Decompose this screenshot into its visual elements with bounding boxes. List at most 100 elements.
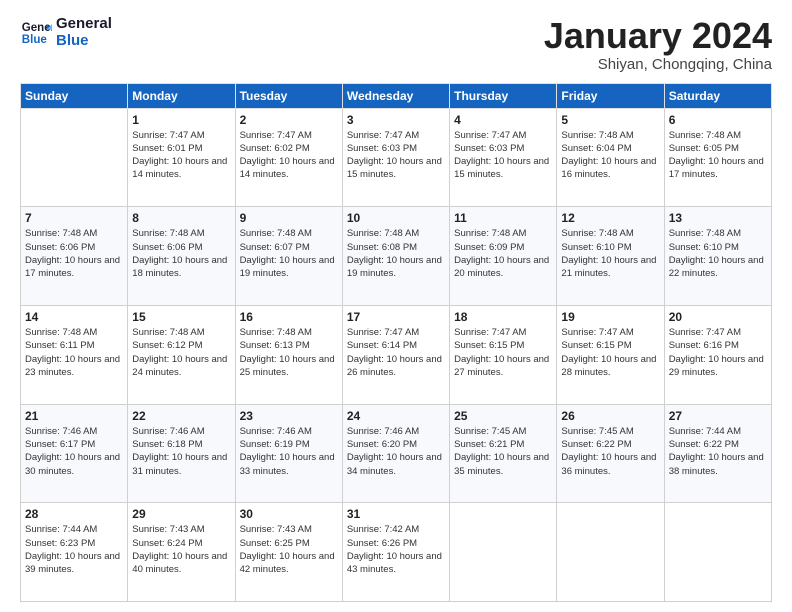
logo: General Blue General Blue (20, 16, 112, 49)
title-block: January 2024 Shiyan, Chongqing, China (544, 16, 772, 73)
day-cell: 12 Sunrise: 7:48 AMSunset: 6:10 PMDayligh… (557, 207, 664, 306)
day-number: 24 (347, 409, 445, 423)
day-cell: 15Sunrise: 7:48 AMSunset: 6:12 PMDayligh… (128, 305, 235, 404)
day-number: 28 (25, 507, 123, 521)
day-number: 7 (25, 211, 123, 225)
col-header-sunday: Sunday (21, 83, 128, 108)
day-info: Sunrise: 7:48 AMSunset: 6:10 PMDaylight:… (561, 227, 659, 280)
day-number: 26 (561, 409, 659, 423)
day-cell: 29 Sunrise: 7:43 AMSunset: 6:24 PMDayligh… (128, 503, 235, 602)
day-info: Sunrise: 7:47 AMSunset: 6:03 PMDaylight:… (347, 129, 445, 182)
week-row-5: 28 Sunrise: 7:44 AMSunset: 6:23 PMDayligh… (21, 503, 772, 602)
day-info: Sunrise: 7:43 AMSunset: 6:24 PMDaylight:… (132, 523, 230, 576)
day-cell: 9 Sunrise: 7:48 AMSunset: 6:07 PMDaylight… (235, 207, 342, 306)
day-number: 19 (561, 310, 659, 324)
week-row-2: 7 Sunrise: 7:48 AMSunset: 6:06 PMDaylight… (21, 207, 772, 306)
day-cell: 21Sunrise: 7:46 AMSunset: 6:17 PMDayligh… (21, 404, 128, 503)
day-number: 2 (240, 113, 338, 127)
day-info: Sunrise: 7:47 AMSunset: 6:02 PMDaylight:… (240, 129, 338, 182)
logo-icon: General Blue (20, 17, 52, 49)
day-info: Sunrise: 7:43 AMSunset: 6:25 PMDaylight:… (240, 523, 338, 576)
day-info: Sunrise: 7:48 AMSunset: 6:08 PMDaylight:… (347, 227, 445, 280)
day-info: Sunrise: 7:44 AMSunset: 6:22 PMDaylight:… (669, 425, 767, 478)
day-number: 14 (25, 310, 123, 324)
day-cell (664, 503, 771, 602)
week-row-3: 14 Sunrise: 7:48 AMSunset: 6:11 PMDayligh… (21, 305, 772, 404)
day-cell: 30 Sunrise: 7:43 AMSunset: 6:25 PMDayligh… (235, 503, 342, 602)
day-info: Sunrise: 7:44 AMSunset: 6:23 PMDaylight:… (25, 523, 123, 576)
day-cell: 13 Sunrise: 7:48 AMSunset: 6:10 PMDayligh… (664, 207, 771, 306)
day-number: 16 (240, 310, 338, 324)
day-info: Sunrise: 7:48 AMSunset: 6:10 PMDaylight:… (669, 227, 767, 280)
day-cell: 28 Sunrise: 7:44 AMSunset: 6:23 PMDayligh… (21, 503, 128, 602)
day-info: Sunrise: 7:48 AMSunset: 6:07 PMDaylight:… (240, 227, 338, 280)
svg-text:Blue: Blue (22, 33, 48, 45)
day-info: Sunrise: 7:46 AMSunset: 6:20 PMDaylight:… (347, 425, 445, 478)
day-info: Sunrise: 7:46 AMSunset: 6:19 PMDaylight:… (240, 425, 338, 478)
day-info: Sunrise: 7:48 AMSunset: 6:06 PMDaylight:… (25, 227, 123, 280)
day-number: 9 (240, 211, 338, 225)
day-cell: 20Sunrise: 7:47 AMSunset: 6:16 PMDayligh… (664, 305, 771, 404)
day-info: Sunrise: 7:46 AMSunset: 6:17 PMDaylight:… (25, 425, 123, 478)
day-info: Sunrise: 7:48 AMSunset: 6:13 PMDaylight:… (240, 326, 338, 379)
day-number: 8 (132, 211, 230, 225)
day-info: Sunrise: 7:47 AMSunset: 6:14 PMDaylight:… (347, 326, 445, 379)
day-cell: 18Sunrise: 7:47 AMSunset: 6:15 PMDayligh… (450, 305, 557, 404)
day-cell: 16 Sunrise: 7:48 AMSunset: 6:13 PMDayligh… (235, 305, 342, 404)
day-cell: 25 Sunrise: 7:45 AMSunset: 6:21 PMDayligh… (450, 404, 557, 503)
col-header-wednesday: Wednesday (342, 83, 449, 108)
day-number: 13 (669, 211, 767, 225)
day-cell: 3Sunrise: 7:47 AMSunset: 6:03 PMDaylight… (342, 108, 449, 207)
day-number: 22 (132, 409, 230, 423)
day-number: 30 (240, 507, 338, 521)
day-number: 31 (347, 507, 445, 521)
day-info: Sunrise: 7:47 AMSunset: 6:15 PMDaylight:… (561, 326, 659, 379)
day-cell: 19 Sunrise: 7:47 AMSunset: 6:15 PMDayligh… (557, 305, 664, 404)
day-cell: 22Sunrise: 7:46 AMSunset: 6:18 PMDayligh… (128, 404, 235, 503)
day-info: Sunrise: 7:45 AMSunset: 6:22 PMDaylight:… (561, 425, 659, 478)
day-cell: 4Sunrise: 7:47 AMSunset: 6:03 PMDaylight… (450, 108, 557, 207)
days-header-row: SundayMondayTuesdayWednesdayThursdayFrid… (21, 83, 772, 108)
month-title: January 2024 (544, 16, 772, 56)
day-number: 11 (454, 211, 552, 225)
day-number: 17 (347, 310, 445, 324)
logo-general-text: General (56, 16, 112, 33)
day-info: Sunrise: 7:48 AMSunset: 6:09 PMDaylight:… (454, 227, 552, 280)
day-cell (21, 108, 128, 207)
day-cell (557, 503, 664, 602)
day-number: 10 (347, 211, 445, 225)
day-cell: 27Sunrise: 7:44 AMSunset: 6:22 PMDayligh… (664, 404, 771, 503)
day-cell (450, 503, 557, 602)
day-cell: 5Sunrise: 7:48 AMSunset: 6:04 PMDaylight… (557, 108, 664, 207)
day-number: 23 (240, 409, 338, 423)
day-cell: 10 Sunrise: 7:48 AMSunset: 6:08 PMDayligh… (342, 207, 449, 306)
day-cell: 26 Sunrise: 7:45 AMSunset: 6:22 PMDayligh… (557, 404, 664, 503)
day-cell: 17 Sunrise: 7:47 AMSunset: 6:14 PMDayligh… (342, 305, 449, 404)
col-header-tuesday: Tuesday (235, 83, 342, 108)
day-info: Sunrise: 7:47 AMSunset: 6:03 PMDaylight:… (454, 129, 552, 182)
day-cell: 1Sunrise: 7:47 AMSunset: 6:01 PMDaylight… (128, 108, 235, 207)
day-info: Sunrise: 7:45 AMSunset: 6:21 PMDaylight:… (454, 425, 552, 478)
day-cell: 7 Sunrise: 7:48 AMSunset: 6:06 PMDaylight… (21, 207, 128, 306)
col-header-saturday: Saturday (664, 83, 771, 108)
day-info: Sunrise: 7:48 AMSunset: 6:12 PMDaylight:… (132, 326, 230, 379)
day-number: 5 (561, 113, 659, 127)
day-info: Sunrise: 7:47 AMSunset: 6:01 PMDaylight:… (132, 129, 230, 182)
day-cell: 2 Sunrise: 7:47 AMSunset: 6:02 PMDaylight… (235, 108, 342, 207)
day-number: 12 (561, 211, 659, 225)
col-header-thursday: Thursday (450, 83, 557, 108)
day-cell: 11 Sunrise: 7:48 AMSunset: 6:09 PMDayligh… (450, 207, 557, 306)
week-row-1: 1Sunrise: 7:47 AMSunset: 6:01 PMDaylight… (21, 108, 772, 207)
day-cell: 31 Sunrise: 7:42 AMSunset: 6:26 PMDayligh… (342, 503, 449, 602)
day-info: Sunrise: 7:48 AMSunset: 6:11 PMDaylight:… (25, 326, 123, 379)
day-number: 18 (454, 310, 552, 324)
logo-blue-text: Blue (56, 33, 112, 50)
day-number: 25 (454, 409, 552, 423)
location: Shiyan, Chongqing, China (544, 56, 772, 73)
day-info: Sunrise: 7:42 AMSunset: 6:26 PMDaylight:… (347, 523, 445, 576)
header: General Blue General Blue January 2024 S… (20, 16, 772, 73)
day-cell: 23 Sunrise: 7:46 AMSunset: 6:19 PMDayligh… (235, 404, 342, 503)
calendar-page: General Blue General Blue January 2024 S… (0, 0, 792, 612)
day-number: 6 (669, 113, 767, 127)
day-number: 29 (132, 507, 230, 521)
